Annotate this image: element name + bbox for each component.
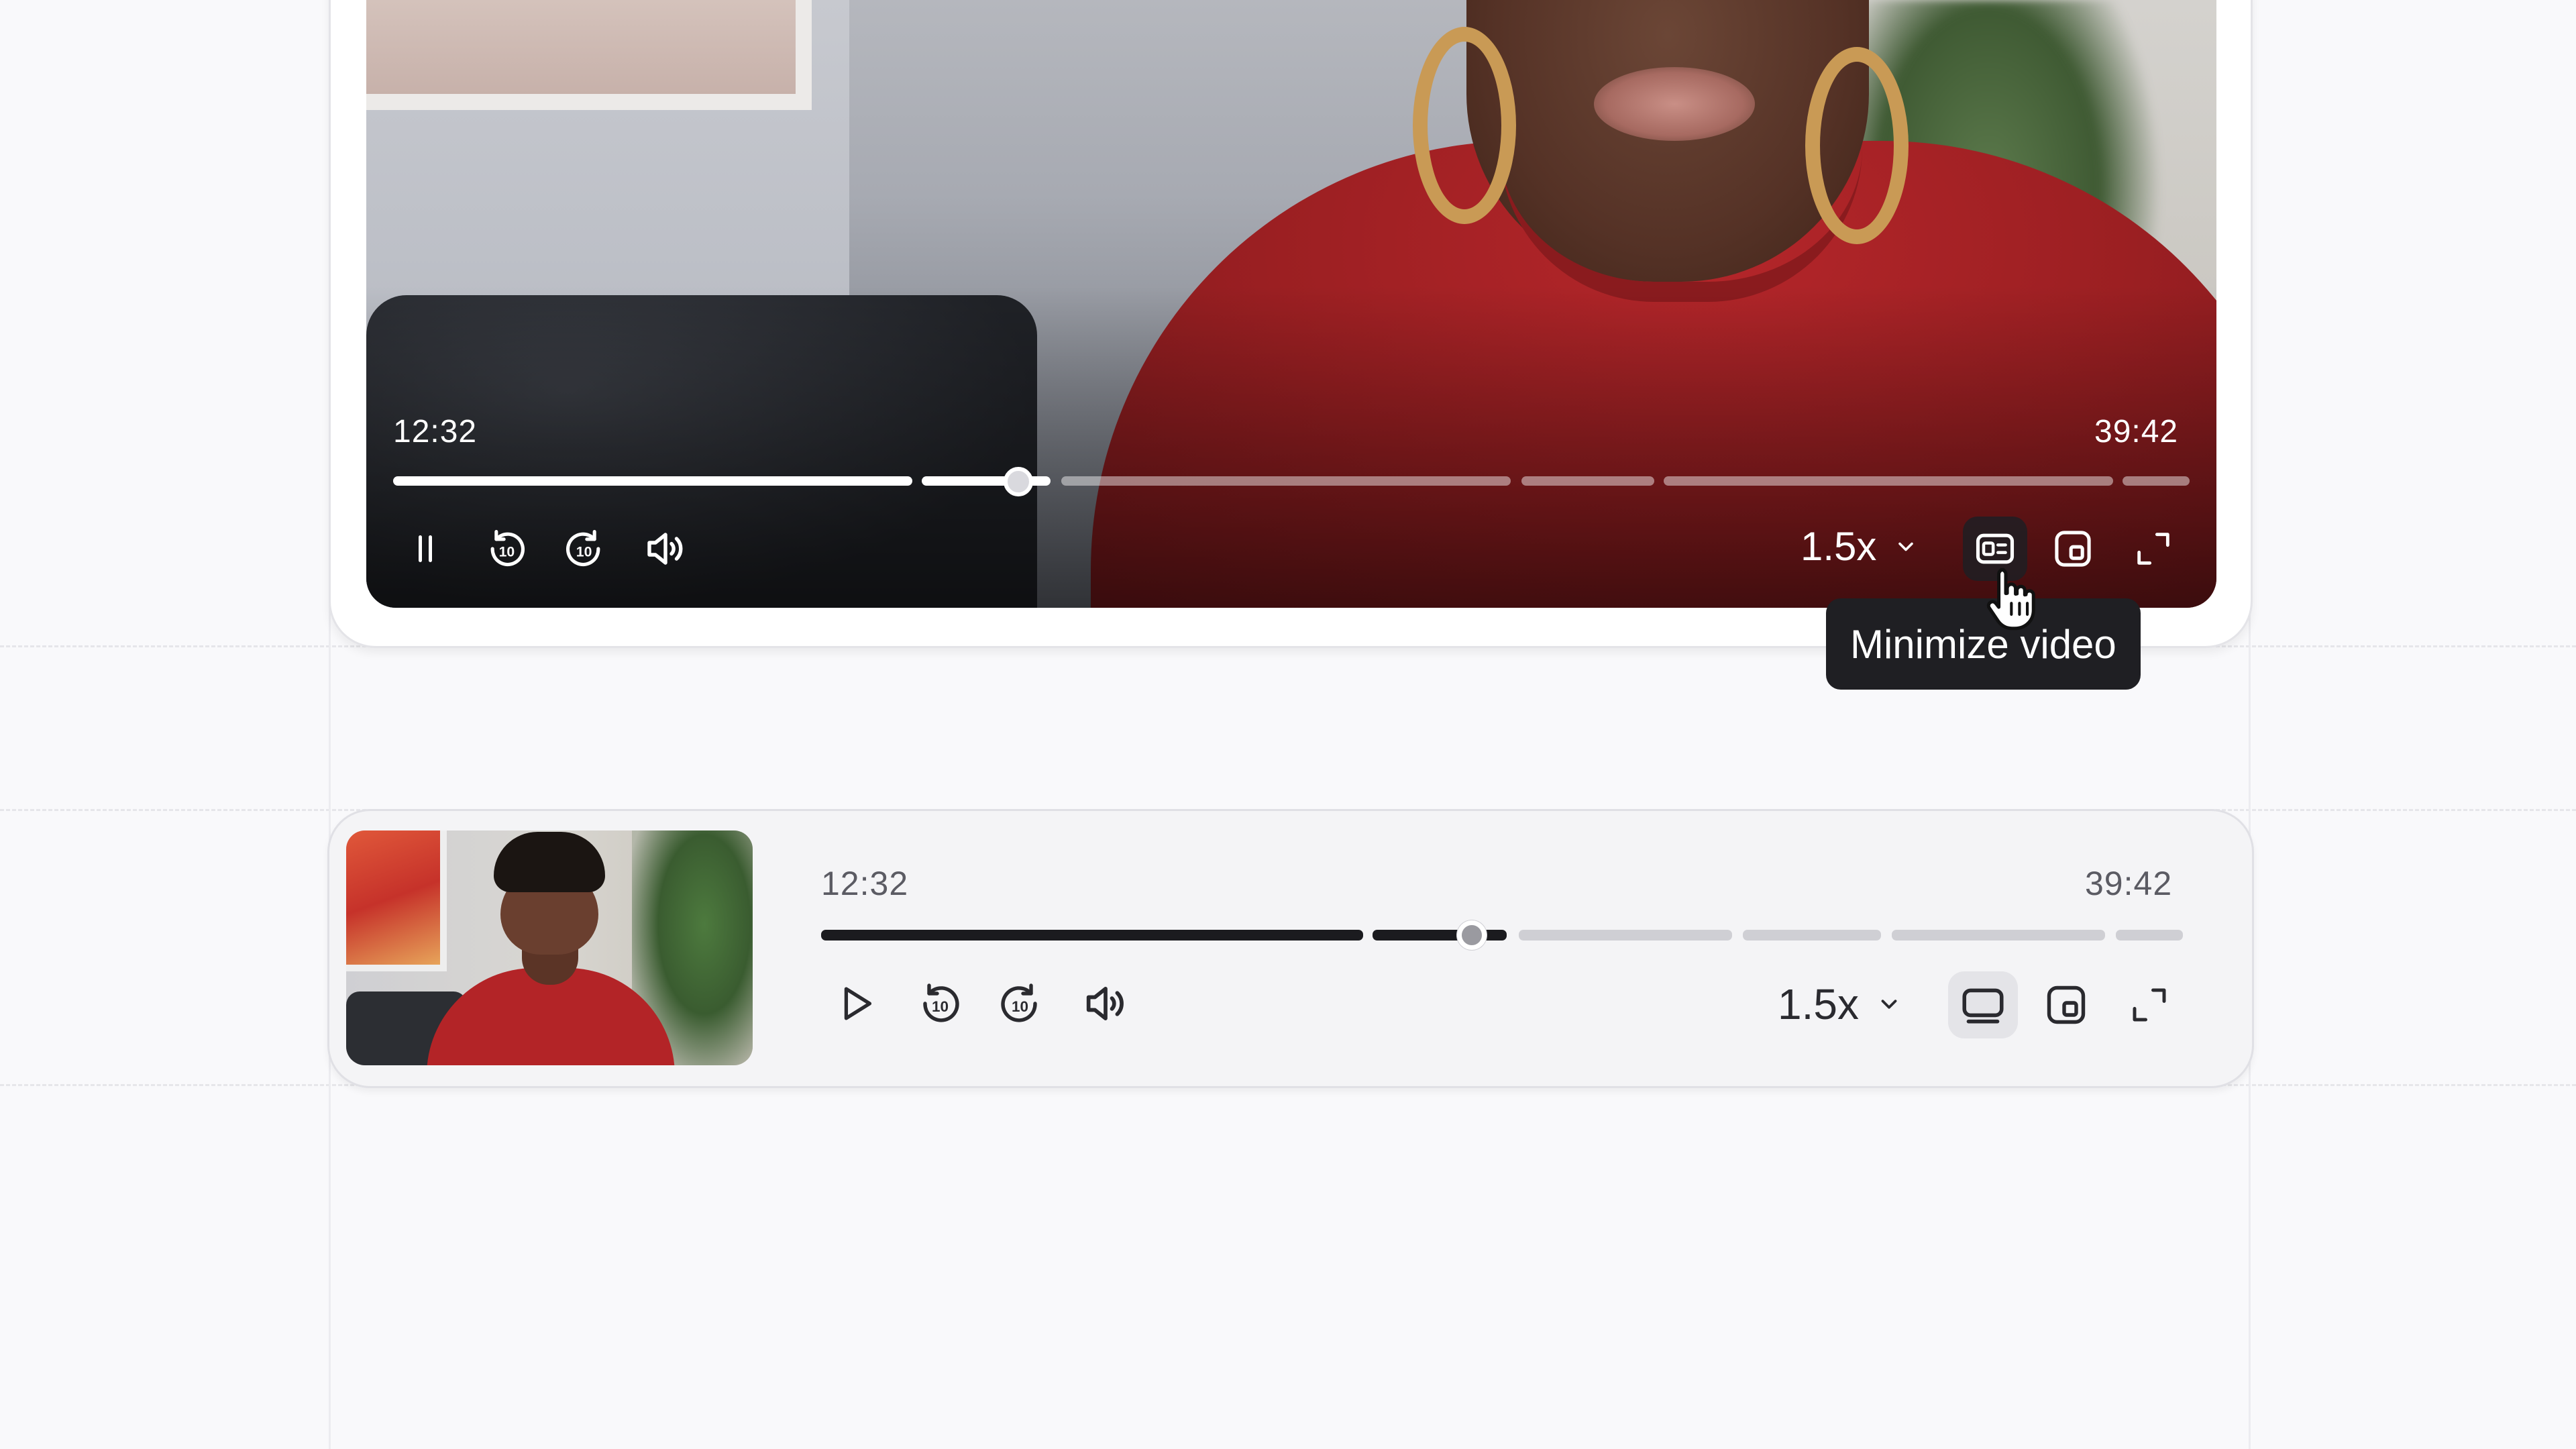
play-button[interactable] bbox=[828, 975, 884, 1032]
current-time: 12:32 bbox=[393, 414, 478, 449]
duration: 39:42 bbox=[2085, 865, 2173, 902]
pause-button[interactable] bbox=[397, 521, 453, 577]
duration: 39:42 bbox=[2094, 414, 2179, 449]
chevron-down-icon bbox=[1898, 542, 1914, 551]
video-frame[interactable] bbox=[366, 0, 2216, 608]
volume-icon bbox=[1086, 986, 1124, 1021]
volume-button[interactable] bbox=[637, 521, 694, 577]
volume-button[interactable] bbox=[1077, 975, 1134, 1032]
progress-segment bbox=[1743, 930, 1881, 941]
chevron-down-icon bbox=[1881, 1000, 1897, 1009]
playback-speed-select[interactable]: 1.5x bbox=[1801, 523, 1918, 570]
forward-10-button[interactable]: 10 bbox=[993, 975, 1049, 1032]
forward-10-icon: 10 bbox=[566, 529, 600, 567]
speed-label: 1.5x bbox=[1778, 980, 1859, 1028]
progress-knob[interactable] bbox=[1004, 467, 1033, 496]
progress-segment bbox=[1373, 930, 1507, 941]
svg-text:10: 10 bbox=[1012, 998, 1028, 1015]
progress-segment bbox=[393, 476, 912, 486]
progress-knob[interactable] bbox=[1457, 920, 1487, 950]
progress-segment bbox=[2116, 930, 2183, 941]
video-thumbnail-scene bbox=[366, 0, 2216, 608]
progress-segment bbox=[1061, 476, 1511, 486]
rewind-10-icon: 10 bbox=[923, 983, 959, 1022]
picture-in-picture-button[interactable] bbox=[2045, 521, 2101, 577]
play-icon bbox=[844, 987, 872, 1020]
fullscreen-icon bbox=[2133, 988, 2166, 1022]
progress-segment bbox=[821, 930, 1363, 941]
progress-segment bbox=[2123, 476, 2190, 486]
fullscreen-button[interactable] bbox=[2125, 521, 2182, 577]
pause-icon bbox=[419, 535, 432, 562]
speed-label: 1.5x bbox=[1801, 524, 1877, 569]
picture-in-picture-button[interactable] bbox=[2037, 975, 2096, 1034]
picture-in-picture-icon bbox=[2055, 531, 2091, 567]
progress-segment bbox=[1521, 476, 1654, 486]
theater-mode-button[interactable] bbox=[1948, 971, 2018, 1038]
progress-segment bbox=[1519, 930, 1732, 941]
progress-segment bbox=[1664, 476, 2113, 486]
playback-speed-select[interactable]: 1.5x bbox=[1778, 979, 1902, 1029]
rewind-10-icon: 10 bbox=[490, 529, 525, 567]
volume-icon bbox=[647, 533, 683, 565]
svg-text:10: 10 bbox=[499, 543, 515, 559]
rewind-10-button[interactable]: 10 bbox=[911, 975, 967, 1032]
rewind-10-button[interactable]: 10 bbox=[478, 521, 534, 577]
svg-text:10: 10 bbox=[932, 998, 949, 1015]
theater-mode-icon bbox=[1962, 988, 2004, 1024]
fullscreen-button[interactable] bbox=[2120, 975, 2179, 1034]
svg-text:10: 10 bbox=[576, 543, 592, 559]
forward-10-icon: 10 bbox=[1001, 983, 1037, 1022]
progress-segment bbox=[1892, 930, 2105, 941]
picture-in-picture-icon bbox=[2047, 985, 2086, 1024]
current-time: 12:32 bbox=[821, 865, 909, 902]
forward-10-button[interactable]: 10 bbox=[557, 521, 613, 577]
fullscreen-icon bbox=[2137, 533, 2169, 565]
video-thumbnail[interactable] bbox=[346, 830, 753, 1065]
hand-pointer-icon bbox=[1979, 562, 2046, 639]
